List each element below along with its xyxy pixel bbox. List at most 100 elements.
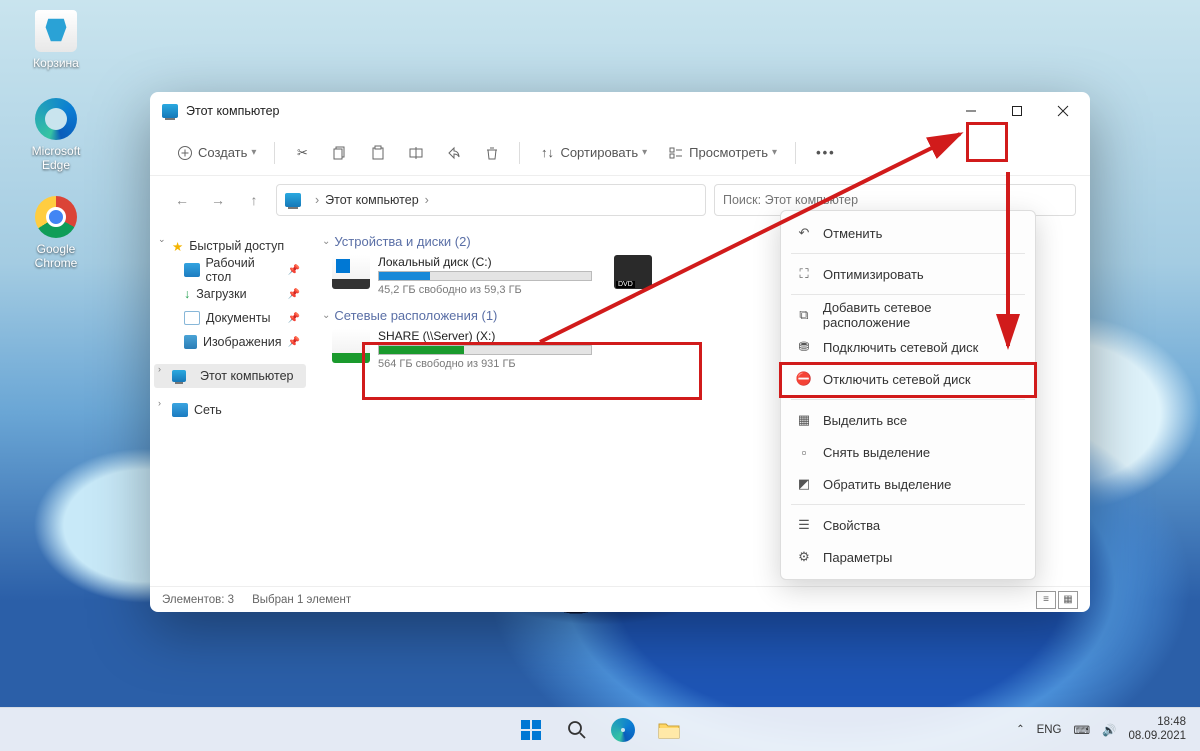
view-label: Просмотреть [689, 145, 768, 160]
desktop-icon-recycle-bin[interactable]: Корзина [16, 10, 96, 70]
desktop-icon-chrome[interactable]: Google Chrome [16, 196, 96, 270]
forward-button[interactable]: → [204, 185, 232, 215]
copy-button[interactable] [323, 137, 357, 169]
download-icon: ↓ [184, 287, 190, 301]
keyboard-icon[interactable]: ⌨ [1074, 723, 1091, 737]
sidebar-item-label: Изображения [203, 335, 282, 349]
sidebar-item-desktop[interactable]: Рабочий стол 📌 [154, 258, 306, 282]
chevron-down-icon: ⌄ [322, 310, 330, 321]
dvd-icon [614, 255, 652, 289]
rename-button[interactable] [399, 137, 433, 169]
titlebar[interactable]: Этот компьютер [150, 92, 1090, 130]
chevron-down-icon: ▾ [642, 147, 647, 158]
sidebar-item-quick-access[interactable]: ★ Быстрый доступ [154, 234, 306, 258]
drive-name: SHARE (\\Server) (X:) [378, 329, 592, 343]
drive-dvd[interactable] [614, 255, 694, 296]
pin-icon: 📌 [288, 313, 300, 324]
desktop-icon-edge[interactable]: Microsoft Edge [16, 98, 96, 172]
drive-c[interactable]: Локальный диск (C:) 45,2 ГБ свободно из … [332, 255, 592, 296]
menu-select-all[interactable]: ▦Выделить все [781, 404, 1035, 436]
view-tiles-button[interactable]: ▦ [1058, 591, 1078, 609]
properties-icon: ☰ [795, 517, 813, 533]
cut-button[interactable]: ✂ [285, 137, 319, 169]
menu-invert-selection[interactable]: ◩Обратить выделение [781, 468, 1035, 500]
search-icon [567, 720, 587, 740]
menu-add-network-location[interactable]: ⧉Добавить сетевое расположение [781, 299, 1035, 331]
menu-undo[interactable]: ↶Отменить [781, 217, 1035, 249]
paste-button[interactable] [361, 137, 395, 169]
options-icon: ⚙ [795, 549, 813, 565]
more-button[interactable]: ••• [806, 137, 846, 169]
explorer-window: Этот компьютер Создать ▾ ✂ [150, 92, 1090, 612]
invert-selection-icon: ◩ [795, 476, 813, 492]
sidebar-item-documents[interactable]: Документы 📌 [154, 306, 306, 330]
up-button[interactable]: ↑ [240, 185, 268, 215]
window-title: Этот компьютер [186, 104, 279, 118]
taskbar-search[interactable] [556, 710, 598, 750]
volume-icon[interactable]: 🔊 [1102, 723, 1116, 737]
language-indicator[interactable]: ENG [1037, 724, 1062, 736]
clock[interactable]: 18:48 08.09.2021 [1128, 716, 1186, 742]
sidebar-item-this-pc[interactable]: Этот компьютер [154, 364, 306, 388]
pin-icon: 📌 [288, 289, 300, 300]
plus-circle-icon [176, 144, 194, 162]
map-drive-icon: ⛃ [795, 339, 813, 355]
clock-time: 18:48 [1128, 716, 1186, 729]
menu-properties[interactable]: ☰Свойства [781, 509, 1035, 541]
content-pane: ⌄ Устройства и диски (2) Локальный диск … [310, 224, 1090, 586]
sort-button[interactable]: ↑↓ Сортировать ▾ [530, 137, 655, 169]
drive-free: 45,2 ГБ свободно из 59,3 ГБ [378, 284, 592, 296]
this-pc-icon [172, 370, 186, 382]
maximize-button[interactable] [994, 95, 1040, 127]
start-button[interactable] [510, 710, 552, 750]
share-button[interactable] [437, 137, 471, 169]
tray-chevron-icon[interactable]: ⌃ [1016, 724, 1024, 735]
menu-optimize[interactable]: ⛶Оптимизировать [781, 258, 1035, 290]
close-button[interactable] [1040, 95, 1086, 127]
clock-date: 08.09.2021 [1128, 730, 1186, 743]
capacity-bar [378, 345, 592, 355]
close-icon [1057, 105, 1069, 117]
edge-icon [611, 718, 635, 742]
address-bar[interactable]: › Этот компьютер › [276, 184, 706, 216]
cut-icon: ✂ [293, 144, 311, 162]
taskbar-explorer[interactable] [648, 710, 690, 750]
paste-icon [369, 144, 387, 162]
optimize-icon: ⛶ [795, 266, 813, 282]
minimize-button[interactable] [948, 95, 994, 127]
pin-icon: 📌 [288, 337, 300, 348]
view-button[interactable]: Просмотреть ▾ [659, 137, 785, 169]
menu-disconnect-drive[interactable]: ⛔Отключить сетевой диск [781, 363, 1035, 395]
this-pc-icon [162, 104, 178, 118]
status-selected: Выбран 1 элемент [252, 594, 351, 606]
taskbar-edge[interactable] [602, 710, 644, 750]
sidebar-item-network[interactable]: Сеть [154, 398, 306, 422]
disconnect-drive-icon: ⛔ [795, 371, 813, 387]
pin-icon: 📌 [288, 265, 300, 276]
more-context-menu: ↶Отменить ⛶Оптимизировать ⧉Добавить сете… [780, 210, 1036, 580]
breadcrumb-item[interactable]: Этот компьютер [325, 193, 418, 207]
menu-map-network-drive[interactable]: ⛃Подключить сетевой диск [781, 331, 1035, 363]
pictures-icon [184, 335, 197, 349]
menu-select-none[interactable]: ▫Снять выделение [781, 436, 1035, 468]
status-count: Элементов: 3 [162, 594, 234, 606]
taskbar: ⌃ ENG ⌨ 🔊 18:48 08.09.2021 [0, 707, 1200, 751]
drive-share[interactable]: SHARE (\\Server) (X:) 564 ГБ свободно из… [332, 329, 592, 370]
new-button[interactable]: Создать ▾ [168, 137, 264, 169]
menu-options[interactable]: ⚙Параметры [781, 541, 1035, 573]
delete-button[interactable] [475, 137, 509, 169]
sidebar-item-downloads[interactable]: ↓ Загрузки 📌 [154, 282, 306, 306]
sidebar-item-pictures[interactable]: Изображения 📌 [154, 330, 306, 354]
maximize-icon [1011, 105, 1023, 117]
sidebar-item-label: Документы [206, 311, 270, 325]
sidebar-item-label: Быстрый доступ [189, 239, 284, 253]
drive-free: 564 ГБ свободно из 931 ГБ [378, 358, 592, 370]
view-details-button[interactable]: ≡ [1036, 591, 1056, 609]
add-network-icon: ⧉ [795, 307, 813, 323]
chevron-down-icon: ⌄ [322, 236, 330, 247]
group-label: Устройства и диски (2) [334, 234, 470, 249]
folder-icon [657, 719, 681, 741]
document-icon [184, 311, 200, 325]
back-button[interactable]: ← [168, 185, 196, 215]
share-icon [445, 144, 463, 162]
